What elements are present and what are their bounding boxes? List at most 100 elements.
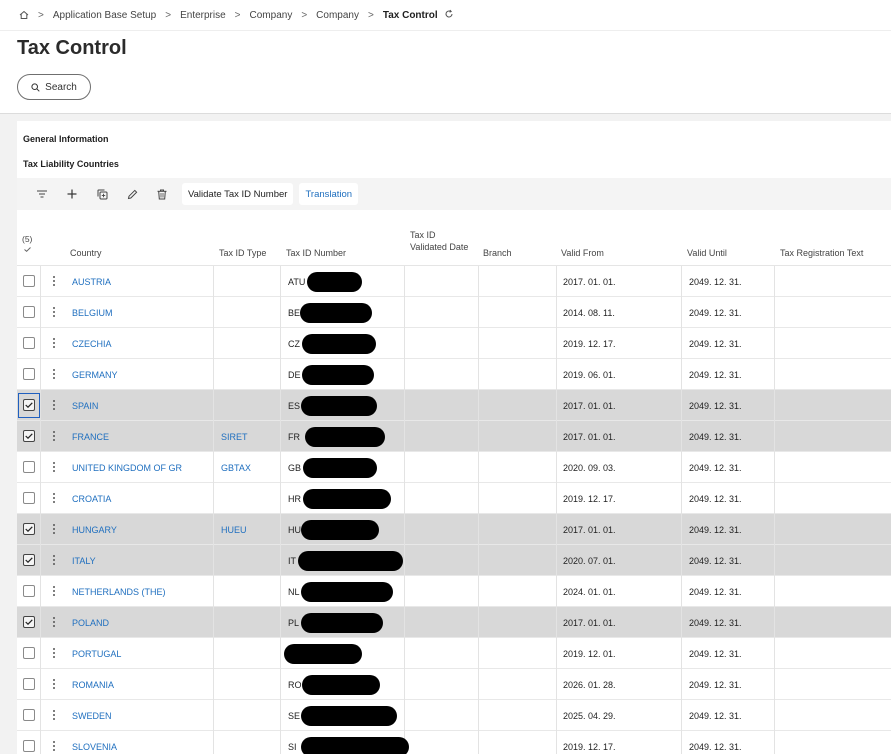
country-link[interactable]: POLAND xyxy=(72,607,109,638)
row-checkbox[interactable] xyxy=(23,585,35,597)
row-menu-icon[interactable] xyxy=(51,275,57,287)
column-divider xyxy=(40,700,41,731)
row-checkbox[interactable] xyxy=(23,368,35,380)
tax-id-type[interactable]: GBTAX xyxy=(221,452,251,483)
country-link[interactable]: UNITED KINGDOM OF GR xyxy=(72,452,182,483)
table-row[interactable]: GERMANY DE 2019. 06. 01. 2049. 12. 31. xyxy=(17,359,891,390)
column-header-tax-registration-text[interactable]: Tax Registration Text xyxy=(780,247,863,259)
tax-id-type[interactable]: SIRET xyxy=(221,421,248,452)
table-row[interactable]: CZECHIA CZ 2019. 12. 17. 2049. 12. 31. xyxy=(17,328,891,359)
row-checkbox[interactable] xyxy=(23,306,35,318)
column-divider xyxy=(280,669,281,700)
table-row[interactable]: SWEDEN SE 2025. 04. 29. 2049. 12. 31. xyxy=(17,700,891,731)
row-menu-icon[interactable] xyxy=(51,647,57,659)
country-link[interactable]: GERMANY xyxy=(72,359,118,390)
row-checkbox[interactable] xyxy=(23,337,35,349)
row-checkbox[interactable] xyxy=(23,740,35,752)
country-link[interactable]: SLOVENIA xyxy=(72,731,117,754)
country-link[interactable]: ITALY xyxy=(72,545,96,576)
country-link[interactable]: CZECHIA xyxy=(72,328,112,359)
row-checkbox[interactable] xyxy=(23,523,35,535)
row-menu-icon[interactable] xyxy=(51,461,57,473)
country-link[interactable]: CROATIA xyxy=(72,483,111,514)
validate-tax-id-button[interactable]: Validate Tax ID Number xyxy=(182,183,294,205)
table-row[interactable]: FRANCE SIRET FR 2017. 01. 01. 2049. 12. 31. xyxy=(17,421,891,452)
row-menu-icon[interactable] xyxy=(51,523,57,535)
edit-icon[interactable] xyxy=(122,184,142,204)
row-checkbox[interactable] xyxy=(23,678,35,690)
row-menu-icon[interactable] xyxy=(51,616,57,628)
column-divider xyxy=(404,607,405,638)
search-button[interactable]: Search xyxy=(17,74,91,100)
table-row[interactable]: NETHERLANDS (THE) NL 2024. 01. 01. 2049. 12… xyxy=(17,576,891,607)
duplicate-icon[interactable] xyxy=(92,184,112,204)
tax-id-type[interactable]: HUEU xyxy=(221,514,247,545)
column-divider xyxy=(404,545,405,576)
country-link[interactable]: FRANCE xyxy=(72,421,109,452)
column-header-tax-id-number[interactable]: Tax ID Number xyxy=(286,247,346,259)
filter-icon[interactable] xyxy=(32,184,52,204)
selected-count[interactable]: (5) xyxy=(22,234,32,254)
row-checkbox[interactable] xyxy=(23,554,35,566)
row-menu-icon[interactable] xyxy=(51,306,57,318)
row-checkbox[interactable] xyxy=(23,275,35,287)
row-menu-icon[interactable] xyxy=(51,740,57,752)
row-menu-icon[interactable] xyxy=(51,337,57,349)
translation-button[interactable]: Translation xyxy=(299,183,359,205)
column-divider xyxy=(774,576,775,607)
country-link[interactable]: AUSTRIA xyxy=(72,266,111,297)
column-header-tax-id-type[interactable]: Tax ID Type xyxy=(219,247,266,259)
table-row[interactable]: POLAND PL 2017. 01. 01. 2049. 12. 31. xyxy=(17,607,891,638)
column-header-valid-until[interactable]: Valid Until xyxy=(687,247,727,259)
column-divider xyxy=(213,359,214,390)
row-checkbox[interactable] xyxy=(23,461,35,473)
section-general-information[interactable]: General Information xyxy=(23,134,109,144)
table-row[interactable]: ITALY IT 2020. 07. 01. 2049. 12. 31. xyxy=(17,545,891,576)
table-row[interactable]: BELGIUM BE 2014. 08. 11. 2049. 12. 31. xyxy=(17,297,891,328)
table-row[interactable]: ROMANIA RO 2026. 01. 28. 2049. 12. 31. xyxy=(17,669,891,700)
row-checkbox[interactable] xyxy=(23,430,35,442)
table-row[interactable]: CROATIA HR 2019. 12. 17. 2049. 12. 31. xyxy=(17,483,891,514)
section-tax-liability-countries[interactable]: Tax Liability Countries xyxy=(23,159,119,169)
row-checkbox[interactable] xyxy=(23,492,35,504)
delete-icon[interactable] xyxy=(152,184,172,204)
country-link[interactable]: ROMANIA xyxy=(72,669,114,700)
column-header-country[interactable]: Country xyxy=(70,247,102,259)
refresh-icon[interactable] xyxy=(444,9,454,22)
row-checkbox[interactable] xyxy=(23,647,35,659)
table-row[interactable]: AUSTRIA ATU 2017. 01. 01. 2049. 12. 31. xyxy=(17,266,891,297)
row-menu-icon[interactable] xyxy=(51,585,57,597)
country-link[interactable]: HUNGARY xyxy=(72,514,117,545)
row-menu-icon[interactable] xyxy=(51,492,57,504)
column-header-valid-from[interactable]: Valid From xyxy=(561,247,604,259)
row-menu-icon[interactable] xyxy=(51,399,57,411)
home-icon[interactable] xyxy=(18,10,29,21)
row-checkbox[interactable] xyxy=(23,399,35,411)
breadcrumb-item[interactable]: Application Base Setup xyxy=(53,10,156,21)
row-menu-icon[interactable] xyxy=(51,709,57,721)
row-menu-icon[interactable] xyxy=(51,678,57,690)
tax-id-number: CZ xyxy=(288,338,300,349)
row-checkbox[interactable] xyxy=(23,709,35,721)
country-link[interactable]: PORTUGAL xyxy=(72,638,121,669)
table-row[interactable]: PORTUGAL 2019. 12. 01. 2049. 12. 31. xyxy=(17,638,891,669)
country-link[interactable]: SWEDEN xyxy=(72,700,112,731)
breadcrumb-item[interactable]: Enterprise xyxy=(180,10,226,21)
table-row[interactable]: HUNGARY HUEU HU 2017. 01. 01. 2049. 12. 31. xyxy=(17,514,891,545)
country-link[interactable]: NETHERLANDS (THE) xyxy=(72,576,166,607)
add-icon[interactable] xyxy=(62,184,82,204)
row-menu-icon[interactable] xyxy=(51,368,57,380)
column-divider xyxy=(404,452,405,483)
table-row[interactable]: SPAIN ES 2017. 01. 01. 2049. 12. 31. xyxy=(17,390,891,421)
breadcrumb-item[interactable]: Company xyxy=(250,10,293,21)
table-row[interactable]: SLOVENIA SI 2019. 12. 17. 2049. 12. 31. xyxy=(17,731,891,754)
column-header-tax-id-validated-date[interactable]: Tax ID Validated Date xyxy=(410,229,468,253)
table-row[interactable]: UNITED KINGDOM OF GR GBTAX GB 2020. 09. 03.… xyxy=(17,452,891,483)
country-link[interactable]: SPAIN xyxy=(72,390,98,421)
row-checkbox[interactable] xyxy=(23,616,35,628)
row-menu-icon[interactable] xyxy=(51,430,57,442)
column-header-branch[interactable]: Branch xyxy=(483,247,512,259)
breadcrumb-item[interactable]: Company xyxy=(316,10,359,21)
row-menu-icon[interactable] xyxy=(51,554,57,566)
country-link[interactable]: BELGIUM xyxy=(72,297,113,328)
